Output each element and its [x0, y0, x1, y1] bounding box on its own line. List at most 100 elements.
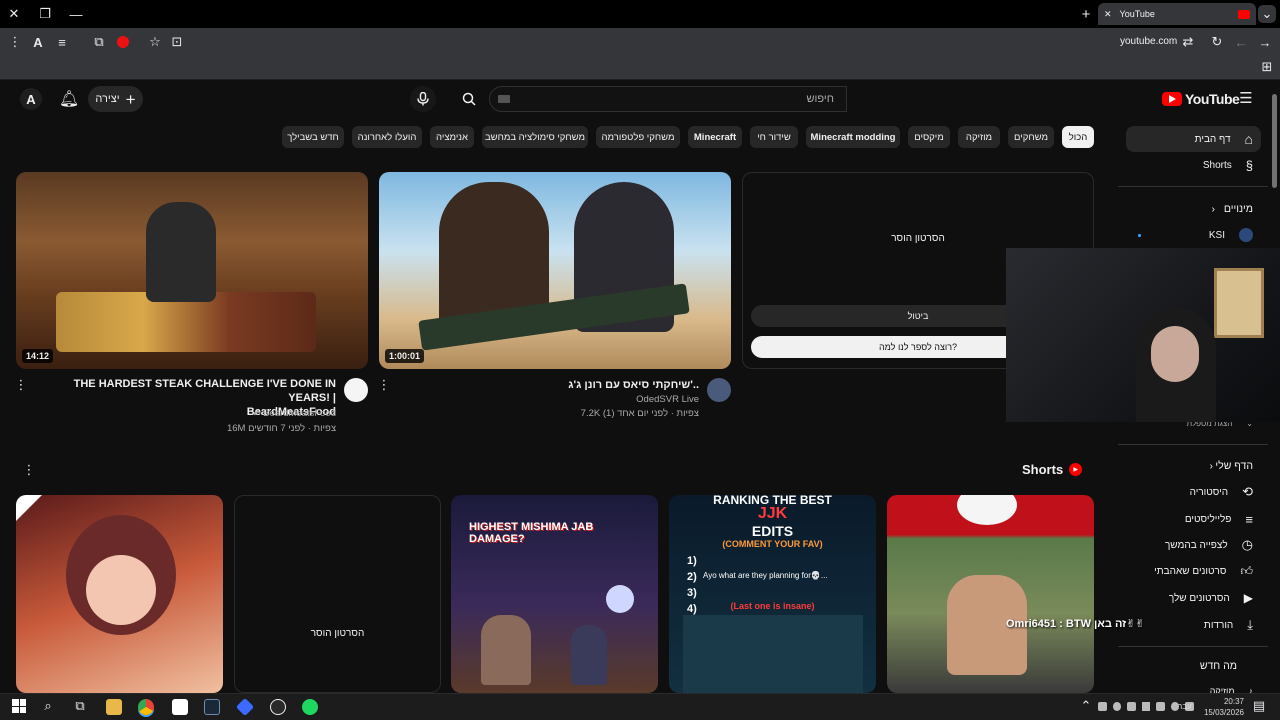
tab-title: YouTube [1119, 9, 1155, 19]
sidebar-item-history[interactable]: היסטוריה ⟲ [1126, 479, 1261, 505]
video-meta-2: 7.2K צפיות · לפני יום אחד (1) [580, 408, 699, 419]
sidebar-shorts-label: Shorts [1202, 159, 1232, 171]
sidebar-scrollbar[interactable] [1272, 94, 1277, 188]
short-card-tekken[interactable]: HIGHEST MISHIMA JAB DAMAGE? [451, 495, 658, 693]
voice-search-button[interactable] [410, 86, 436, 112]
chip-all[interactable]: הכול [1062, 126, 1094, 148]
bookmark-star-icon[interactable]: ☆ [148, 34, 162, 49]
video-thumbnail-cs[interactable]: 1:00:01 [379, 172, 731, 369]
video-more-icon[interactable]: ⋮ [14, 377, 28, 392]
short-card-anime[interactable] [16, 495, 223, 693]
chip-live[interactable]: שידור חי [750, 126, 798, 148]
restore-window-icon[interactable]: ❐ [37, 6, 53, 22]
network-icon[interactable] [1156, 702, 1165, 711]
tray-icon-1[interactable] [1098, 702, 1107, 711]
back-icon[interactable]: → [1258, 35, 1272, 50]
apps-grid-icon[interactable]: ⊞ [1260, 59, 1274, 74]
tray-icon-2[interactable] [1112, 702, 1122, 711]
sidebar-item-home[interactable]: דף הבית ⌂ [1126, 126, 1261, 152]
sidebar-item-watch-later[interactable]: לצפייה בהמשך ◷ [1126, 532, 1261, 558]
chip-new-to-you[interactable]: חדש בשבילך [282, 126, 344, 148]
microphone-tray-icon[interactable] [1141, 702, 1151, 711]
chip-recently-uploaded[interactable]: הועלו לאחרונה [352, 126, 422, 148]
chevron-left-icon: › [1211, 203, 1216, 215]
chip-mixes[interactable]: מיקסים [908, 126, 950, 148]
extensions-icon[interactable]: ⧉ [92, 34, 106, 49]
chip-gaming[interactable]: משחקים [1008, 126, 1054, 148]
playlists-label: פלייליסטים [1184, 513, 1232, 525]
notification-center-icon[interactable]: ▤ [1252, 698, 1266, 713]
browser-tab[interactable]: ✕ YouTube [1098, 3, 1256, 25]
extension-red-icon[interactable] [117, 36, 129, 48]
microphone-icon [417, 92, 429, 106]
forward-icon[interactable]: ← [1234, 35, 1248, 50]
new-tab-icon[interactable]: + [1078, 6, 1094, 23]
sidebar-item-your-videos[interactable]: הסרטונים שלך ▶ [1126, 585, 1261, 611]
reading-list-icon[interactable]: ≡ [55, 35, 69, 50]
sidebar-item-liked[interactable]: סרטונים שאהבתי 👍︎ [1126, 558, 1261, 584]
youtube-logo[interactable]: YouTube [1162, 91, 1240, 107]
chip-minecraft[interactable]: Minecraft [688, 126, 742, 148]
channel-name-2[interactable]: OdedSVR Live [403, 394, 699, 405]
video-thumbnail-steak[interactable]: 14:12 [16, 172, 368, 369]
url-text[interactable]: youtube.com [1120, 36, 1177, 47]
channel-avatar-beardmeatsfood[interactable] [344, 378, 368, 402]
sidebar-you-header[interactable]: הדף שלי › [1126, 453, 1261, 479]
install-app-icon[interactable]: ⊡ [170, 34, 184, 49]
notifications-bell-icon[interactable]: 🔔︎ [58, 88, 80, 110]
reload-icon[interactable]: ↻ [1210, 34, 1224, 49]
video-title-2[interactable]: שיחקתי סיאס עם רונן ג'ג'.. [403, 378, 699, 392]
profile-icon[interactable]: A [31, 35, 45, 50]
short-removed-text: הסרטון הוסר [310, 628, 365, 639]
search-input[interactable]: חיפוש [489, 86, 847, 112]
steam-icon[interactable] [204, 699, 220, 715]
sidebar-item-downloads[interactable]: הורדות ⤓ [1126, 612, 1261, 638]
short-fighter1-art [481, 615, 531, 685]
chip-platformers[interactable]: משחקי פלטפורמה [596, 126, 680, 148]
hamburger-menu-icon[interactable]: ☰ [1238, 90, 1254, 107]
channel-name[interactable]: ✔︎ BeardMeatsFood [40, 408, 336, 419]
thumbs-up-icon: 👍︎ [1240, 563, 1253, 578]
short-card-streamer[interactable] [887, 495, 1094, 693]
chip-animation[interactable]: אנימציה [430, 126, 474, 148]
chip-minecraft-modding[interactable]: Minecraft modding [806, 126, 900, 148]
windows-start-icon[interactable] [12, 699, 26, 713]
sidebar-subscriptions-header[interactable]: מינויים › [1126, 196, 1261, 222]
keyboard-icon[interactable] [498, 95, 510, 103]
tray-icon-3[interactable] [1127, 702, 1136, 711]
sidebar-item-ksi[interactable]: KSI [1126, 222, 1261, 248]
sidebar-divider [1118, 186, 1268, 187]
obs-icon[interactable] [270, 699, 286, 715]
search-button[interactable] [449, 86, 489, 112]
video-more-icon-2[interactable]: ⋮ [377, 377, 391, 392]
shorts-more-icon[interactable]: ⋮ [22, 462, 36, 477]
create-button[interactable]: יצירה + [88, 86, 143, 112]
channel-name-text: BeardMeatsFood [263, 408, 336, 419]
language-indicator[interactable]: עבר [1178, 702, 1192, 711]
sidebar-divider-3 [1118, 646, 1268, 647]
tab-search-icon[interactable]: ⌄ [1258, 5, 1276, 23]
document-app-icon[interactable] [172, 699, 188, 715]
menu-kebab-icon[interactable]: ⋮ [8, 34, 22, 49]
clock[interactable]: 20:37 15/03/2026 [1196, 696, 1244, 718]
channel-avatar-odedsvr[interactable] [707, 378, 731, 402]
spotify-icon[interactable] [302, 699, 318, 715]
tray-chevron-up-icon[interactable]: ⌃ [1080, 698, 1092, 713]
site-settings-icon[interactable]: ⇄ [1181, 34, 1195, 49]
sidebar-item-playlists[interactable]: פלייליסטים ≡ [1126, 506, 1261, 532]
chevron-left-icon-2: › [1209, 460, 1214, 472]
account-avatar[interactable]: A [20, 88, 42, 110]
shorts-icon: § [1245, 157, 1253, 173]
browser-toolbar: ⋮ A ≡ ⧉ ☆ ⊡ youtube.com ⇄ ↻ ← → [0, 28, 1280, 56]
tab-close-icon[interactable]: ✕ [1104, 9, 1112, 20]
sidebar-item-shorts[interactable]: Shorts § [1126, 152, 1261, 178]
close-window-icon[interactable]: ✕ [6, 6, 22, 22]
file-explorer-icon[interactable] [106, 699, 122, 715]
chip-music[interactable]: מוזיקה [958, 126, 1000, 148]
chrome-icon[interactable] [138, 699, 154, 715]
taskbar-search-icon[interactable]: ⌕ [40, 698, 56, 714]
task-view-icon[interactable]: ⧉ [72, 698, 88, 714]
minimize-window-icon[interactable]: — [68, 6, 84, 22]
short-card-jjk[interactable]: RANKING THE BEST JJK EDITS (COMMENT YOUR… [669, 495, 876, 693]
chip-simulation[interactable]: משחקי סימולציה במחשב [482, 126, 588, 148]
